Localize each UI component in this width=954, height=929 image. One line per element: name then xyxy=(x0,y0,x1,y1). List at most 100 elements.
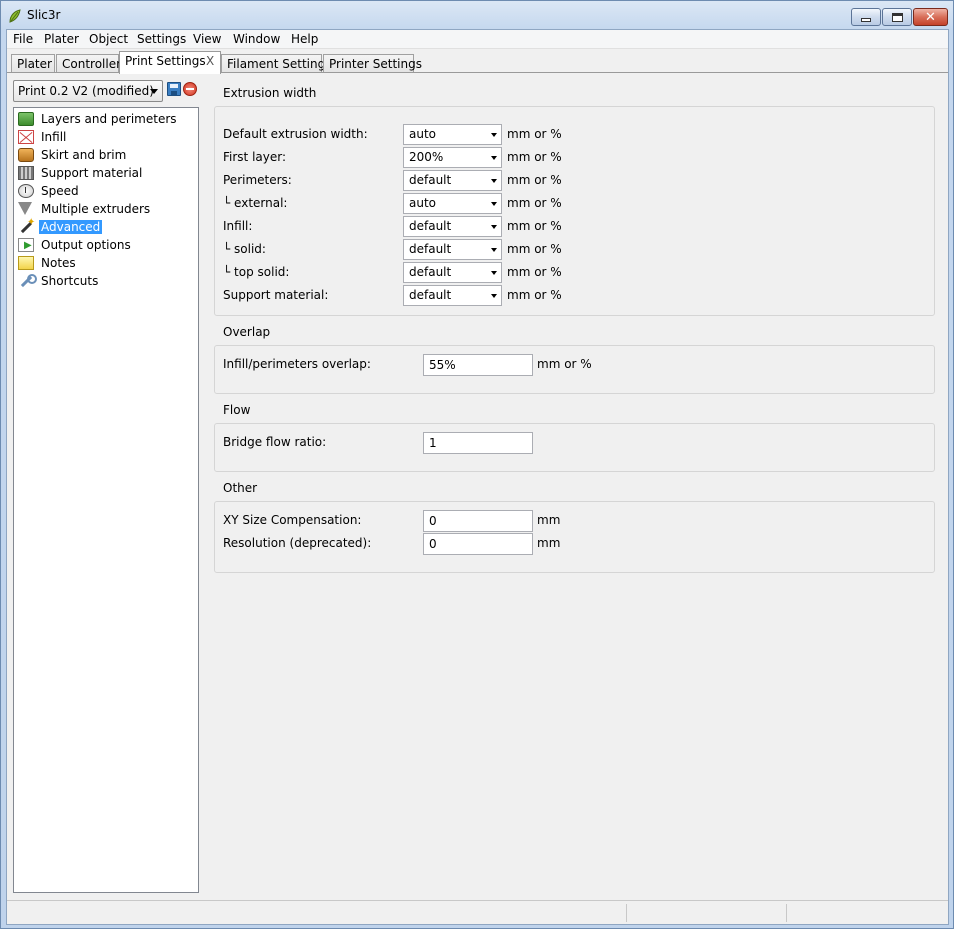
speed-icon xyxy=(18,183,34,198)
notes-icon xyxy=(18,255,34,270)
xy-size-compensation-input[interactable]: 0 xyxy=(423,510,533,532)
chevron-down-icon xyxy=(491,248,497,252)
page-item-label: Shortcuts xyxy=(41,273,99,288)
status-divider xyxy=(626,904,627,922)
tab-print-settings-label: Print Settings xyxy=(125,54,206,68)
setting-row: Perimeters: default mm or % xyxy=(223,170,923,191)
resolution-input[interactable]: 0 xyxy=(423,533,533,555)
menu-settings[interactable]: Settings xyxy=(137,32,186,46)
chevron-down-icon xyxy=(491,179,497,183)
tab-close-icon[interactable]: X xyxy=(206,54,214,68)
unit-label: mm or % xyxy=(507,196,562,210)
page-item-label: Infill xyxy=(41,129,67,144)
menu-help[interactable]: Help xyxy=(291,32,318,46)
first-layer-width-combo[interactable]: 200% xyxy=(403,147,502,168)
tab-printer-settings[interactable]: Printer Settings xyxy=(323,54,422,74)
skirt-icon xyxy=(18,147,34,162)
unit-label: mm or % xyxy=(537,357,592,371)
minimize-button[interactable] xyxy=(851,8,881,26)
menu-window[interactable]: Window xyxy=(233,32,280,46)
page-item-advanced[interactable]: Advanced xyxy=(18,217,103,235)
support-icon xyxy=(18,165,34,180)
settings-page-list: Layers and perimeters Infill Skirt and b… xyxy=(13,107,199,893)
menu-plater[interactable]: Plater xyxy=(44,32,79,46)
setting-label: Resolution (deprecated): xyxy=(223,536,372,550)
solid-infill-width-combo[interactable]: default xyxy=(403,239,502,260)
extrusion-width-group: Extrusion width Default extrusion width:… xyxy=(214,86,937,316)
setting-label: Bridge flow ratio: xyxy=(223,435,327,449)
menu-object[interactable]: Object xyxy=(89,32,128,46)
setting-row: Default extrusion width: auto mm or % xyxy=(223,124,923,145)
setting-label: └ solid: xyxy=(223,242,266,256)
infill-width-combo[interactable]: default xyxy=(403,216,502,237)
setting-label: XY Size Compensation: xyxy=(223,513,362,527)
setting-label: └ external: xyxy=(223,196,288,210)
group-title: Overlap xyxy=(223,325,271,339)
chevron-down-icon xyxy=(491,294,497,298)
chevron-down-icon xyxy=(150,89,158,94)
status-divider xyxy=(786,904,787,922)
setting-label: Perimeters: xyxy=(223,173,292,187)
external-perimeters-width-combo[interactable]: auto xyxy=(403,193,502,214)
flow-group: Flow Bridge flow ratio: 1 xyxy=(214,403,937,472)
status-bar xyxy=(7,900,948,924)
unit-label: mm xyxy=(537,513,561,527)
other-group: Other XY Size Compensation: 0 mm Resolut… xyxy=(214,481,937,573)
layers-icon xyxy=(18,111,34,126)
maximize-icon xyxy=(891,12,903,22)
delete-preset-icon[interactable] xyxy=(183,82,197,96)
page-item-label: Speed xyxy=(41,183,79,198)
tab-filament-settings[interactable]: Filament Settings xyxy=(221,54,331,74)
page-item-multiple-extruders[interactable]: Multiple extruders xyxy=(18,200,152,217)
setting-row: └ solid: default mm or % xyxy=(223,239,923,260)
maximize-button[interactable] xyxy=(882,8,912,26)
tab-controller[interactable]: Controller xyxy=(56,54,121,74)
setting-label: Support material: xyxy=(223,288,329,302)
page-item-label: Support material xyxy=(41,165,143,180)
page-item-layers-and-perimeters[interactable]: Layers and perimeters xyxy=(18,110,179,127)
page-item-output-options[interactable]: Output options xyxy=(18,236,133,253)
group-title: Extrusion width xyxy=(223,86,317,100)
setting-row: Infill: default mm or % xyxy=(223,216,923,237)
chevron-down-icon xyxy=(491,202,497,206)
page-item-label: Advanced xyxy=(39,219,103,234)
unit-label: mm or % xyxy=(507,288,562,302)
page-item-support-material[interactable]: Support material xyxy=(18,164,144,181)
preset-selected-value: Print 0.2 V2 (modified) xyxy=(18,84,154,98)
bridge-flow-ratio-input[interactable]: 1 xyxy=(423,432,533,454)
title-bar[interactable]: Slic3r ✕ xyxy=(1,1,953,31)
default-extrusion-width-combo[interactable]: auto xyxy=(403,124,502,145)
unit-label: mm or % xyxy=(507,242,562,256)
support-material-width-combo[interactable]: default xyxy=(403,285,502,306)
unit-label: mm or % xyxy=(507,219,562,233)
page-item-infill[interactable]: Infill xyxy=(18,128,68,145)
preset-dropdown[interactable]: Print 0.2 V2 (modified) xyxy=(13,80,163,102)
group-title: Other xyxy=(223,481,258,495)
app-window: Slic3r ✕ File Plater Object Settings Vie… xyxy=(0,0,954,929)
page-item-shortcuts[interactable]: Shortcuts xyxy=(18,272,100,289)
tab-plater[interactable]: Plater xyxy=(11,54,55,74)
tab-print-settings[interactable]: Print Settings X xyxy=(119,51,221,74)
infill-perimeters-overlap-input[interactable]: 55% xyxy=(423,354,533,376)
setting-label: First layer: xyxy=(223,150,287,164)
menu-view[interactable]: View xyxy=(193,32,221,46)
setting-row: XY Size Compensation: 0 mm xyxy=(223,510,923,532)
page-item-skirt-and-brim[interactable]: Skirt and brim xyxy=(18,146,128,163)
page-item-label: Multiple extruders xyxy=(41,201,151,216)
menu-file[interactable]: File xyxy=(13,32,33,46)
save-preset-icon[interactable] xyxy=(167,82,181,96)
tab-bar: Plater Controller Print Settings X Filam… xyxy=(7,51,948,74)
page-item-speed[interactable]: Speed xyxy=(18,182,81,199)
overlap-group: Overlap Infill/perimeters overlap: 55% m… xyxy=(214,325,937,394)
combo-value: default xyxy=(409,265,452,279)
close-window-button[interactable]: ✕ xyxy=(913,8,948,26)
page-item-label: Layers and perimeters xyxy=(41,111,177,126)
page-item-notes[interactable]: Notes xyxy=(18,254,78,271)
output-icon xyxy=(18,237,34,252)
top-solid-infill-width-combo[interactable]: default xyxy=(403,262,502,283)
chevron-down-icon xyxy=(491,225,497,229)
perimeters-width-combo[interactable]: default xyxy=(403,170,502,191)
window-title: Slic3r xyxy=(27,8,61,22)
wrench-icon xyxy=(18,273,37,288)
combo-value: default xyxy=(409,242,452,256)
